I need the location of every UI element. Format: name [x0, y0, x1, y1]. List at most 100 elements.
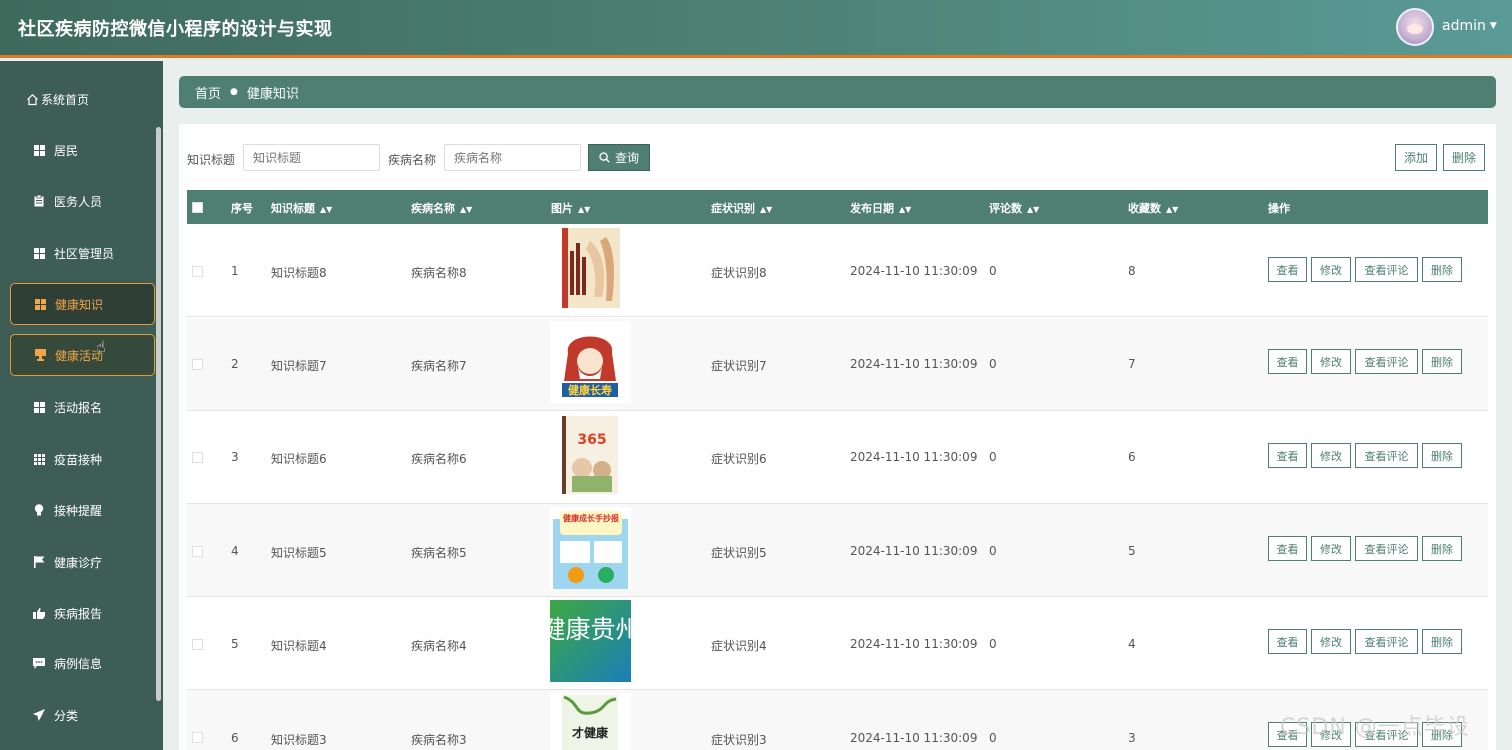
- delete-row-button[interactable]: 删除: [1422, 629, 1462, 654]
- add-button[interactable]: 添加: [1395, 144, 1437, 171]
- sidebar-item-case-info[interactable]: 病例信息: [10, 642, 155, 684]
- sidebar-item-vaccination[interactable]: 疫苗接种: [10, 438, 155, 480]
- grid-icon: [32, 143, 46, 157]
- column-header-image-label: 图片: [551, 202, 573, 215]
- avatar[interactable]: [1396, 8, 1434, 46]
- row-checkbox[interactable]: [192, 452, 203, 463]
- row-title: 知识标题4: [271, 639, 327, 653]
- row-title: 知识标题8: [271, 266, 327, 280]
- trophy-icon: [33, 348, 47, 362]
- sidebar-item-category[interactable]: 分类: [10, 694, 155, 736]
- delete-row-button[interactable]: 删除: [1422, 536, 1462, 561]
- title-filter-label: 知识标题: [187, 153, 236, 167]
- view-button[interactable]: 查看: [1268, 443, 1307, 468]
- edit-button[interactable]: 修改: [1311, 536, 1351, 561]
- row-checkbox[interactable]: [192, 266, 203, 277]
- table-row: 5 知识标题4 疾病名称4 健康贵州 症状识别4 2024-11-10 11:3…: [187, 597, 1488, 690]
- sidebar-item-disease-report[interactable]: 疾病报告: [10, 592, 155, 634]
- delete-row-button[interactable]: 删除: [1422, 443, 1462, 468]
- view-comments-button[interactable]: 查看评论: [1355, 536, 1418, 561]
- view-button[interactable]: 查看: [1268, 257, 1307, 282]
- user-menu[interactable]: admin ▼: [1442, 18, 1497, 34]
- sort-icon[interactable]: ▲▼: [460, 205, 472, 214]
- sort-icon[interactable]: ▲▼: [578, 205, 590, 214]
- view-comments-button[interactable]: 查看评论: [1355, 443, 1418, 468]
- row-date: 2024-11-10 11:30:09: [850, 637, 978, 651]
- sidebar-item-vaccination-reminder[interactable]: 接种提醒: [10, 489, 155, 531]
- breadcrumb-home[interactable]: 首页: [195, 83, 221, 102]
- sidebar-item-residents[interactable]: 居民: [10, 129, 155, 171]
- sidebar-scrollbar[interactable]: [156, 127, 161, 701]
- column-header-index: 序号: [231, 202, 253, 215]
- sidebar-item-health-diagnosis[interactable]: 健康诊疗: [10, 541, 155, 583]
- sort-icon[interactable]: ▲▼: [1166, 205, 1178, 214]
- mouse-cursor-icon: ☝: [96, 337, 106, 356]
- sidebar-item-health-activities[interactable]: 健康活动: [10, 334, 155, 376]
- row-disease: 疾病名称5: [411, 546, 467, 560]
- sidebar-item-label: 接种提醒: [54, 503, 103, 518]
- row-checkbox[interactable]: [192, 732, 203, 743]
- sidebar-item-community-admin[interactable]: 社区管理员: [10, 232, 155, 274]
- sidebar-item-health-knowledge[interactable]: 健康知识: [10, 283, 155, 325]
- column-header-image[interactable]: 图片 ▲▼: [551, 200, 590, 216]
- view-button[interactable]: 查看: [1268, 349, 1307, 374]
- edit-button[interactable]: 修改: [1311, 629, 1351, 654]
- delete-button[interactable]: 删除: [1443, 144, 1485, 171]
- delete-row-button[interactable]: 删除: [1422, 257, 1462, 282]
- delete-row-button[interactable]: 删除: [1422, 349, 1462, 374]
- image-caption: 健康成长手抄报: [563, 513, 619, 523]
- sidebar-item-medical-staff[interactable]: 医务人员: [10, 180, 155, 222]
- top-bar: 社区疾病防控微信小程序的设计与实现 admin ▼: [0, 0, 1512, 58]
- disease-search-input[interactable]: [444, 144, 581, 171]
- column-header-symptom[interactable]: 症状识别 ▲▼: [711, 200, 772, 216]
- sort-icon[interactable]: ▲▼: [320, 205, 332, 214]
- view-button[interactable]: 查看: [1268, 629, 1307, 654]
- username: admin: [1442, 18, 1486, 34]
- edit-button[interactable]: 修改: [1311, 349, 1351, 374]
- row-disease: 疾病名称4: [411, 639, 467, 653]
- row-checkbox[interactable]: [192, 359, 203, 370]
- breadcrumb-separator-icon: ●: [230, 87, 238, 97]
- edit-button[interactable]: 修改: [1311, 257, 1351, 282]
- column-header-favorites[interactable]: 收藏数 ▲▼: [1128, 200, 1178, 216]
- row-favorites: 4: [1128, 637, 1136, 651]
- row-disease: 疾病名称8: [411, 266, 467, 280]
- row-comments: 0: [989, 544, 997, 558]
- view-button[interactable]: 查看: [1268, 536, 1307, 561]
- title-search-input[interactable]: [243, 144, 380, 171]
- clipboard-icon: [32, 194, 46, 208]
- column-header-disease[interactable]: 疾病名称 ▲▼: [411, 200, 472, 216]
- search-button[interactable]: 查询: [588, 144, 650, 171]
- sidebar-item-label: 居民: [54, 143, 79, 158]
- row-checkbox[interactable]: [192, 546, 203, 557]
- edit-button[interactable]: 修改: [1311, 443, 1351, 468]
- row-date: 2024-11-10 11:30:09: [850, 264, 978, 278]
- select-all-checkbox[interactable]: [192, 202, 203, 213]
- view-comments-button[interactable]: 查看评论: [1355, 629, 1418, 654]
- row-checkbox[interactable]: [192, 639, 203, 650]
- column-header-title-label: 知识标题: [271, 202, 315, 215]
- sort-icon[interactable]: ▲▼: [899, 205, 911, 214]
- table-row: 2 知识标题7 疾病名称7 健康长寿 症状识别7 2024-11-10 11:3…: [187, 318, 1488, 411]
- view-comments-button[interactable]: 查看评论: [1355, 257, 1418, 282]
- row-index: 1: [231, 264, 239, 278]
- message-icon: [32, 656, 46, 670]
- row-comments: 0: [989, 357, 997, 371]
- row-date: 2024-11-10 11:30:09: [850, 544, 978, 558]
- column-header-date[interactable]: 发布日期 ▲▼: [850, 200, 911, 216]
- sidebar-item-home[interactable]: 系统首页: [10, 78, 155, 120]
- column-header-comments[interactable]: 评论数 ▲▼: [989, 200, 1039, 216]
- grid-icon: [33, 297, 47, 311]
- row-symptom: 症状识别5: [711, 546, 767, 560]
- apps-icon: [32, 452, 46, 466]
- breadcrumb-current: 健康知识: [246, 86, 299, 102]
- row-index: 6: [231, 731, 239, 745]
- sidebar-item-activity-signup[interactable]: 活动报名: [10, 386, 155, 428]
- table-row: 1 知识标题8 疾病名称8 症状识别8 2024-11-10 11:30:09 …: [187, 224, 1488, 317]
- sort-icon[interactable]: ▲▼: [1027, 205, 1039, 214]
- row-symptom: 症状识别7: [711, 359, 767, 373]
- sort-icon[interactable]: ▲▼: [760, 205, 772, 214]
- column-header-title[interactable]: 知识标题 ▲▼: [271, 200, 332, 216]
- column-header-symptom-label: 症状识别: [711, 202, 755, 215]
- view-comments-button[interactable]: 查看评论: [1355, 349, 1418, 374]
